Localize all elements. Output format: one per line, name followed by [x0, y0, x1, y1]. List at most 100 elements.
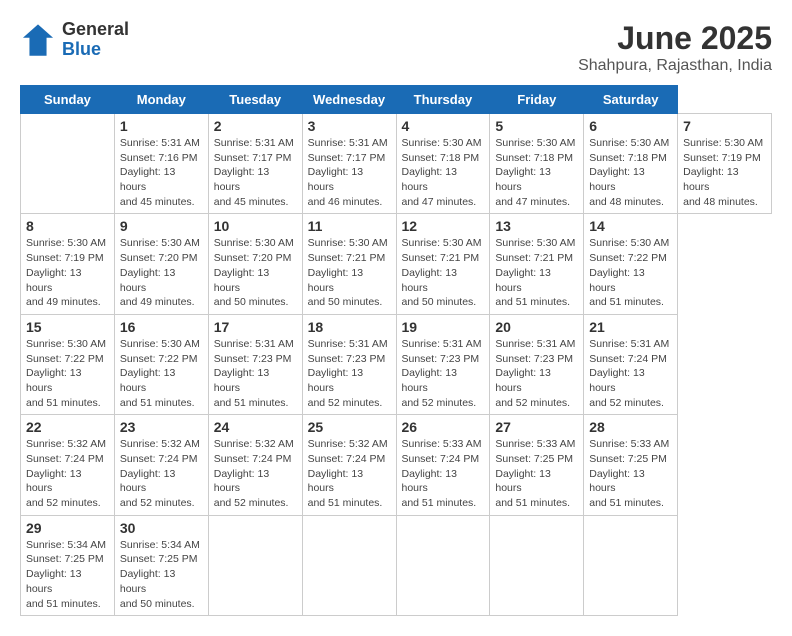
header-thursday: Thursday [396, 86, 490, 114]
day-info: Sunrise: 5:30 AM Sunset: 7:21 PM Dayligh… [402, 236, 485, 309]
day-number: 22 [26, 419, 109, 435]
week-row-1: 1Sunrise: 5:31 AM Sunset: 7:16 PM Daylig… [21, 114, 772, 214]
logo-blue: Blue [62, 40, 129, 60]
day-info: Sunrise: 5:32 AM Sunset: 7:24 PM Dayligh… [214, 437, 297, 510]
calendar-cell: 30Sunrise: 5:34 AM Sunset: 7:25 PM Dayli… [114, 515, 208, 615]
calendar-cell: 15Sunrise: 5:30 AM Sunset: 7:22 PM Dayli… [21, 314, 115, 414]
calendar-cell: 27Sunrise: 5:33 AM Sunset: 7:25 PM Dayli… [490, 415, 584, 515]
day-info: Sunrise: 5:34 AM Sunset: 7:25 PM Dayligh… [26, 538, 109, 611]
calendar-cell: 16 Sunrise: 5:30 AM Sunset: 7:22 PM Dayli… [114, 314, 208, 414]
calendar-cell: 7 Sunrise: 5:30 AM Sunset: 7:19 PM Daylig… [678, 114, 772, 214]
day-number: 1 [120, 118, 203, 134]
day-number: 7 [683, 118, 766, 134]
day-number: 10 [214, 218, 297, 234]
week-row-4: 22 Sunrise: 5:32 AM Sunset: 7:24 PM Dayli… [21, 415, 772, 515]
calendar-cell: 23 Sunrise: 5:32 AM Sunset: 7:24 PM Dayli… [114, 415, 208, 515]
day-number: 4 [402, 118, 485, 134]
calendar-cell: 13Sunrise: 5:30 AM Sunset: 7:21 PM Dayli… [490, 214, 584, 314]
calendar-cell: 26 Sunrise: 5:33 AM Sunset: 7:24 PM Dayli… [396, 415, 490, 515]
day-number: 30 [120, 520, 203, 536]
logo: General Blue [20, 20, 129, 60]
title-area: June 2025 Shahpura, Rajasthan, India [578, 20, 772, 75]
logo-general: General [62, 20, 129, 40]
header: General Blue June 2025 Shahpura, Rajasth… [20, 20, 772, 75]
day-number: 20 [495, 319, 578, 335]
calendar-cell: 9 Sunrise: 5:30 AM Sunset: 7:20 PM Daylig… [114, 214, 208, 314]
day-info: Sunrise: 5:33 AM Sunset: 7:25 PM Dayligh… [589, 437, 672, 510]
calendar-cell: 3 Sunrise: 5:31 AM Sunset: 7:17 PM Daylig… [302, 114, 396, 214]
day-info: Sunrise: 5:30 AM Sunset: 7:19 PM Dayligh… [26, 236, 109, 309]
logo-text: General Blue [62, 20, 129, 60]
day-number: 21 [589, 319, 672, 335]
day-number: 12 [402, 218, 485, 234]
day-number: 24 [214, 419, 297, 435]
calendar-cell: 6Sunrise: 5:30 AM Sunset: 7:18 PM Daylig… [584, 114, 678, 214]
header-saturday: Saturday [584, 86, 678, 114]
day-number: 14 [589, 218, 672, 234]
day-info: Sunrise: 5:32 AM Sunset: 7:24 PM Dayligh… [308, 437, 391, 510]
day-number: 15 [26, 319, 109, 335]
week-row-5: 29 Sunrise: 5:34 AM Sunset: 7:25 PM Dayli… [21, 515, 772, 615]
day-number: 3 [308, 118, 391, 134]
header-row: SundayMondayTuesdayWednesdayThursdayFrid… [21, 86, 772, 114]
day-number: 28 [589, 419, 672, 435]
day-info: Sunrise: 5:30 AM Sunset: 7:18 PM Dayligh… [402, 136, 485, 209]
day-info: Sunrise: 5:31 AM Sunset: 7:24 PM Dayligh… [589, 337, 672, 410]
day-info: Sunrise: 5:33 AM Sunset: 7:24 PM Dayligh… [402, 437, 485, 510]
day-number: 6 [589, 118, 672, 134]
week-row-3: 15 Sunrise: 5:30 AM Sunset: 7:22 PM Dayli… [21, 314, 772, 414]
day-number: 16 [120, 319, 203, 335]
calendar-table: SundayMondayTuesdayWednesdayThursdayFrid… [20, 85, 772, 616]
header-monday: Monday [114, 86, 208, 114]
day-number: 18 [308, 319, 391, 335]
day-info: Sunrise: 5:31 AM Sunset: 7:23 PM Dayligh… [214, 337, 297, 410]
calendar-cell: 25 Sunrise: 5:32 AM Sunset: 7:24 PM Dayli… [302, 415, 396, 515]
calendar-cell: 24 Sunrise: 5:32 AM Sunset: 7:24 PM Dayli… [208, 415, 302, 515]
calendar-cell: 1Sunrise: 5:31 AM Sunset: 7:16 PM Daylig… [114, 114, 208, 214]
day-info: Sunrise: 5:30 AM Sunset: 7:18 PM Dayligh… [495, 136, 578, 209]
day-info: Sunrise: 5:30 AM Sunset: 7:20 PM Dayligh… [120, 236, 203, 309]
header-sunday: Sunday [21, 86, 115, 114]
day-info: Sunrise: 5:31 AM Sunset: 7:23 PM Dayligh… [495, 337, 578, 410]
day-number: 19 [402, 319, 485, 335]
calendar-cell [396, 515, 490, 615]
calendar-cell [302, 515, 396, 615]
day-info: Sunrise: 5:31 AM Sunset: 7:23 PM Dayligh… [308, 337, 391, 410]
day-number: 26 [402, 419, 485, 435]
calendar-cell [490, 515, 584, 615]
day-info: Sunrise: 5:30 AM Sunset: 7:22 PM Dayligh… [120, 337, 203, 410]
day-info: Sunrise: 5:31 AM Sunset: 7:17 PM Dayligh… [214, 136, 297, 209]
header-wednesday: Wednesday [302, 86, 396, 114]
calendar-cell [208, 515, 302, 615]
logo-icon [20, 22, 56, 58]
main-title: June 2025 [578, 20, 772, 57]
subtitle: Shahpura, Rajasthan, India [578, 57, 772, 75]
day-number: 25 [308, 419, 391, 435]
day-number: 29 [26, 520, 109, 536]
calendar-cell: 11 Sunrise: 5:30 AM Sunset: 7:21 PM Dayli… [302, 214, 396, 314]
day-number: 11 [308, 218, 391, 234]
day-number: 9 [120, 218, 203, 234]
day-number: 27 [495, 419, 578, 435]
day-info: Sunrise: 5:31 AM Sunset: 7:23 PM Dayligh… [402, 337, 485, 410]
day-number: 17 [214, 319, 297, 335]
day-info: Sunrise: 5:30 AM Sunset: 7:20 PM Dayligh… [214, 236, 297, 309]
calendar-cell: 12 Sunrise: 5:30 AM Sunset: 7:21 PM Dayli… [396, 214, 490, 314]
calendar-cell: 18 Sunrise: 5:31 AM Sunset: 7:23 PM Dayli… [302, 314, 396, 414]
day-info: Sunrise: 5:30 AM Sunset: 7:19 PM Dayligh… [683, 136, 766, 209]
calendar-cell: 10 Sunrise: 5:30 AM Sunset: 7:20 PM Dayli… [208, 214, 302, 314]
day-number: 2 [214, 118, 297, 134]
day-number: 23 [120, 419, 203, 435]
day-number: 5 [495, 118, 578, 134]
day-info: Sunrise: 5:32 AM Sunset: 7:24 PM Dayligh… [26, 437, 109, 510]
day-number: 8 [26, 218, 109, 234]
calendar-cell: 8 Sunrise: 5:30 AM Sunset: 7:19 PM Daylig… [21, 214, 115, 314]
calendar-cell: 17 Sunrise: 5:31 AM Sunset: 7:23 PM Dayli… [208, 314, 302, 414]
calendar-cell: 21 Sunrise: 5:31 AM Sunset: 7:24 PM Dayli… [584, 314, 678, 414]
calendar-cell [21, 114, 115, 214]
day-info: Sunrise: 5:32 AM Sunset: 7:24 PM Dayligh… [120, 437, 203, 510]
week-row-2: 8 Sunrise: 5:30 AM Sunset: 7:19 PM Daylig… [21, 214, 772, 314]
day-info: Sunrise: 5:30 AM Sunset: 7:21 PM Dayligh… [308, 236, 391, 309]
day-info: Sunrise: 5:31 AM Sunset: 7:17 PM Dayligh… [308, 136, 391, 209]
calendar-cell: 19 Sunrise: 5:31 AM Sunset: 7:23 PM Dayli… [396, 314, 490, 414]
